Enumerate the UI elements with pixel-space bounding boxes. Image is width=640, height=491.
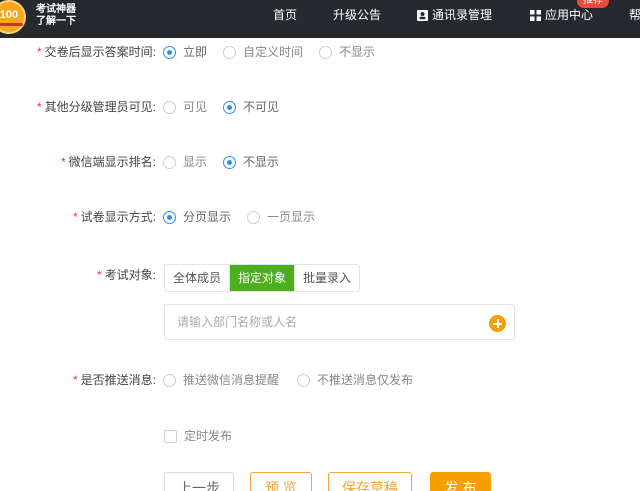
recommend-badge: 推荐 bbox=[577, 0, 609, 8]
app-grid-icon bbox=[530, 2, 541, 32]
radio-unchecked-icon bbox=[163, 156, 176, 169]
radio-unchecked-icon bbox=[319, 46, 332, 59]
top-nav-bar: 100 考试神器 了解一下 首页 升级公告 通讯录管理 应用中心 推荐 帮 bbox=[0, 0, 640, 38]
publish-button[interactable]: 发 布 bbox=[430, 472, 491, 491]
add-circle-icon[interactable] bbox=[489, 315, 506, 332]
paper-display-label: * 试卷显示方式: bbox=[73, 210, 156, 224]
push-message-label-text: 是否推送消息: bbox=[80, 373, 156, 387]
member-search-input[interactable] bbox=[177, 313, 477, 331]
other-admin-visible-label-text: 其他分级管理员可见: bbox=[44, 100, 156, 114]
radio-ranking-show-label: 显示 bbox=[183, 155, 208, 169]
radio-unchecked-icon bbox=[223, 46, 236, 59]
push-message-label: * 是否推送消息: bbox=[73, 373, 156, 387]
exam-target-label-text: 考试对象: bbox=[104, 268, 156, 282]
logo-ribbon bbox=[0, 23, 23, 26]
exam-target-tabs: 全体成员 指定对象 批量录入 bbox=[164, 264, 361, 292]
radio-admin-invisible-label: 不可见 bbox=[243, 100, 280, 114]
nav-help[interactable]: 帮 bbox=[629, 0, 640, 38]
nav-app-center-label: 应用中心 bbox=[545, 8, 594, 22]
logo-number: 100 bbox=[0, 9, 19, 21]
nav-home[interactable]: 首页 bbox=[273, 0, 297, 38]
radio-answer-custom-time-label: 自定义时间 bbox=[243, 45, 304, 59]
radio-unchecked-icon bbox=[297, 374, 310, 387]
required-mark: * bbox=[36, 100, 42, 114]
logo-badge-icon[interactable]: 100 bbox=[0, 0, 26, 34]
radio-push-wechat[interactable]: 推送微信消息提醒 bbox=[163, 372, 279, 388]
other-admin-visible-label: * 其他分级管理员可见: bbox=[37, 100, 156, 114]
required-mark: * bbox=[96, 268, 102, 282]
tab-all-members[interactable]: 全体成员 bbox=[165, 265, 231, 291]
logo-text[interactable]: 考试神器 了解一下 bbox=[36, 4, 76, 28]
radio-admin-invisible[interactable]: 不可见 bbox=[223, 99, 279, 115]
radio-answer-hidden-label: 不显示 bbox=[339, 45, 376, 59]
preview-button[interactable]: 预 览 bbox=[250, 472, 312, 491]
radio-ranking-hide[interactable]: 不显示 bbox=[223, 154, 279, 170]
radio-unchecked-icon bbox=[247, 211, 260, 224]
radio-admin-visible[interactable]: 可见 bbox=[163, 99, 207, 115]
required-mark: * bbox=[36, 45, 42, 59]
prev-step-button[interactable]: 上一步 bbox=[164, 472, 234, 491]
radio-no-push[interactable]: 不推送消息仅发布 bbox=[297, 372, 413, 388]
tab-specified-targets[interactable]: 指定对象 bbox=[230, 265, 296, 291]
show-answer-time-label-text: 交卷后显示答案时间: bbox=[44, 45, 156, 59]
radio-unchecked-icon bbox=[163, 374, 176, 387]
radio-answer-custom-time[interactable]: 自定义时间 bbox=[223, 44, 303, 60]
wechat-ranking-label-text: 微信端显示排名: bbox=[68, 155, 156, 169]
nav-announcements[interactable]: 升级公告 bbox=[333, 0, 381, 38]
paper-display-label-text: 试卷显示方式: bbox=[80, 210, 156, 224]
radio-push-wechat-label: 推送微信消息提醒 bbox=[183, 373, 280, 387]
radio-checked-icon bbox=[163, 46, 176, 59]
radio-admin-visible-label: 可见 bbox=[183, 100, 208, 114]
radio-display-paged[interactable]: 分页显示 bbox=[163, 209, 231, 225]
wechat-ranking-label: * 微信端显示排名: bbox=[61, 155, 156, 169]
scheduled-publish-checkbox[interactable]: 定时发布 bbox=[164, 428, 232, 444]
nav-contacts-label: 通讯录管理 bbox=[432, 8, 493, 22]
radio-answer-hidden[interactable]: 不显示 bbox=[319, 44, 375, 60]
required-mark: * bbox=[72, 210, 78, 224]
contact-card-icon bbox=[417, 2, 428, 32]
radio-display-single-page-label: 一页显示 bbox=[267, 210, 316, 224]
radio-display-paged-label: 分页显示 bbox=[183, 210, 232, 224]
radio-ranking-show[interactable]: 显示 bbox=[163, 154, 207, 170]
radio-checked-icon bbox=[223, 101, 236, 114]
radio-display-single-page[interactable]: 一页显示 bbox=[247, 209, 315, 225]
tab-batch-import[interactable]: 批量录入 bbox=[295, 265, 360, 291]
save-draft-button[interactable]: 保存草稿 bbox=[328, 472, 412, 491]
logo-line-2: 了解一下 bbox=[36, 16, 76, 27]
nav-contacts[interactable]: 通讯录管理 bbox=[417, 0, 492, 38]
radio-unchecked-icon bbox=[163, 101, 176, 114]
radio-checked-icon bbox=[163, 211, 176, 224]
radio-answer-immediately-label: 立即 bbox=[183, 45, 208, 59]
exam-target-label: * 考试对象: bbox=[97, 268, 156, 282]
radio-ranking-hide-label: 不显示 bbox=[243, 155, 280, 169]
checkbox-unchecked-icon bbox=[164, 430, 177, 443]
logo-line-1: 考试神器 bbox=[36, 4, 76, 15]
member-search-box bbox=[164, 304, 515, 340]
radio-answer-immediately[interactable]: 立即 bbox=[163, 44, 207, 60]
show-answer-time-label: * 交卷后显示答案时间: bbox=[37, 45, 156, 59]
required-mark: * bbox=[60, 155, 66, 169]
radio-no-push-label: 不推送消息仅发布 bbox=[317, 373, 414, 387]
scheduled-publish-label: 定时发布 bbox=[184, 429, 233, 443]
required-mark: * bbox=[72, 373, 78, 387]
radio-checked-icon bbox=[223, 156, 236, 169]
